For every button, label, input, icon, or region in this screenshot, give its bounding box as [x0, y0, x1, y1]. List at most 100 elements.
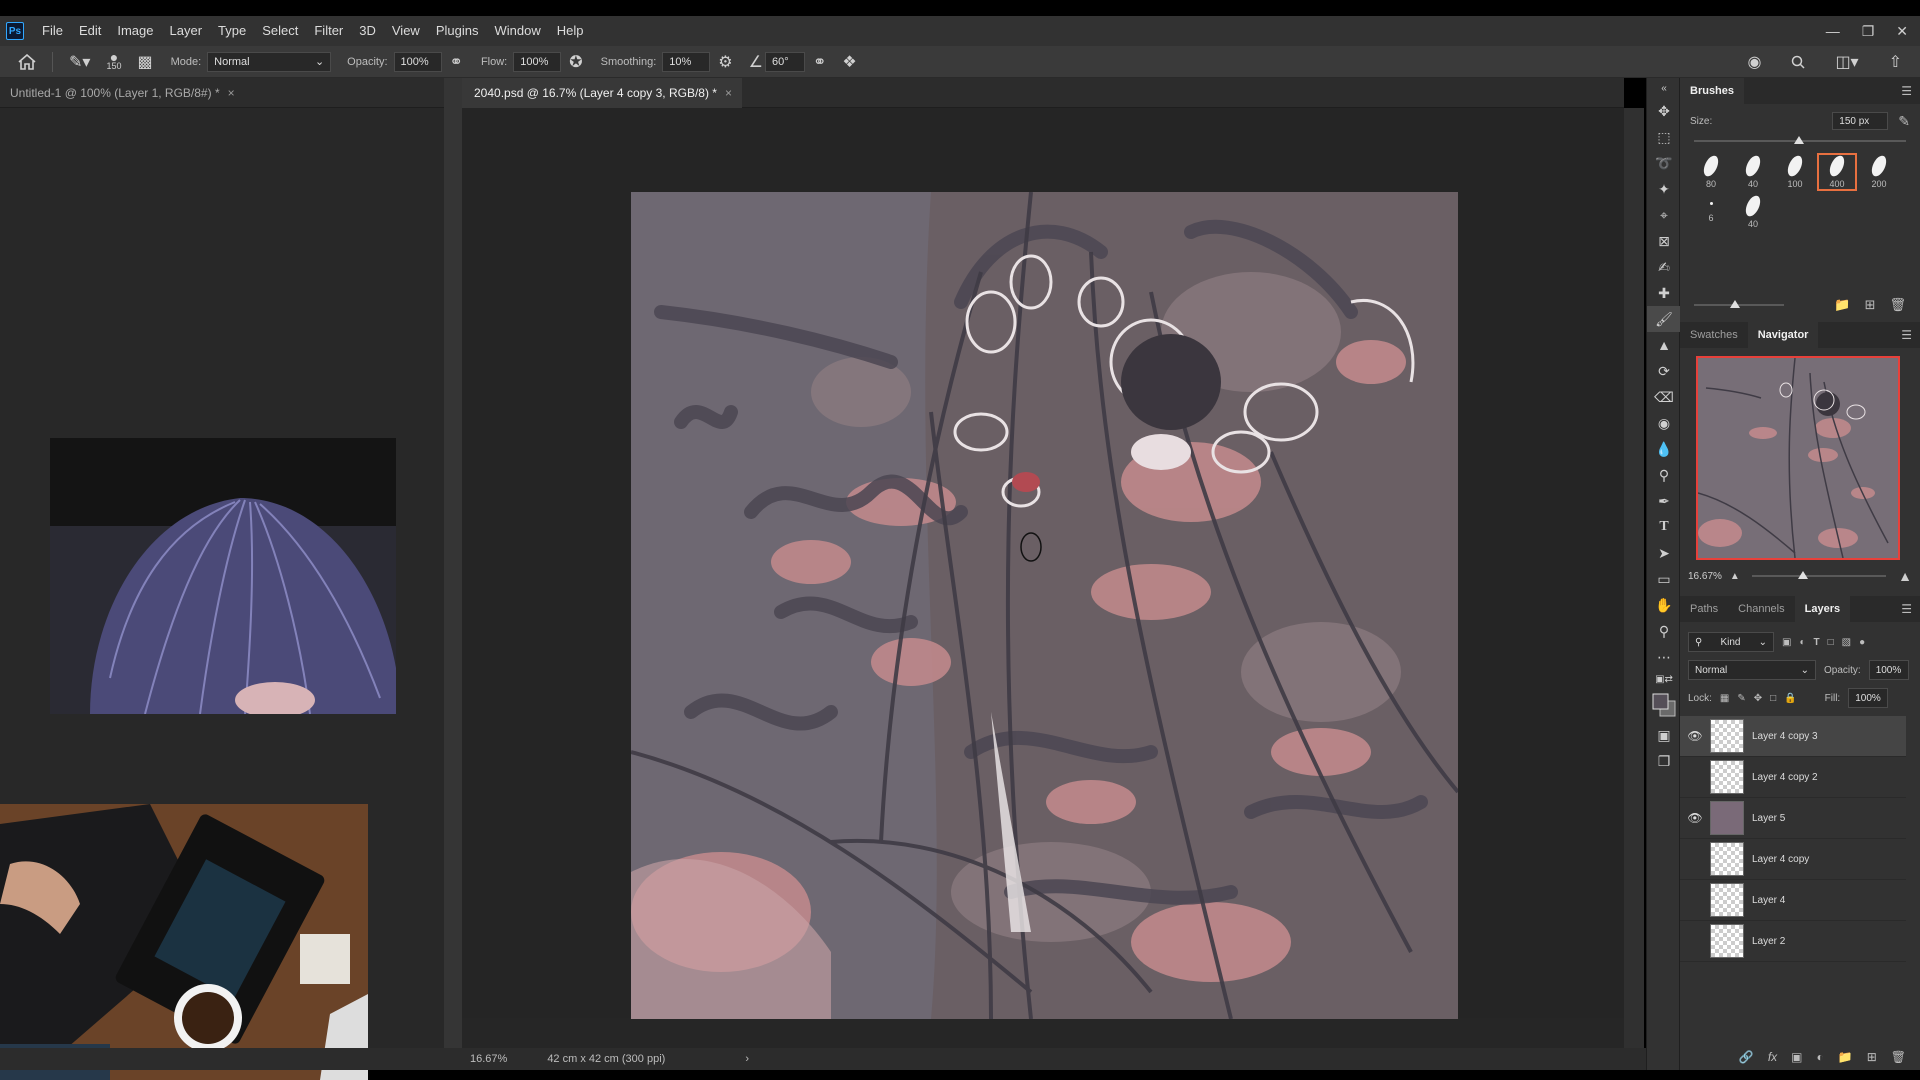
panel-menu-icon[interactable]: ☰ [1901, 84, 1912, 98]
restore-icon[interactable]: ❐ [1862, 23, 1875, 40]
link-layers-icon[interactable]: 🔗 [1739, 1050, 1754, 1064]
new-group-folder-icon[interactable]: 📁 [1838, 1050, 1853, 1064]
brush-preset[interactable]: 200 [1858, 152, 1900, 192]
panel-menu-icon[interactable]: ☰ [1901, 328, 1912, 342]
mode-select[interactable]: Normal ⌄ [207, 51, 332, 72]
lock-transparent-icon[interactable]: ▦ [1720, 693, 1729, 704]
menu-layer[interactable]: Layer [162, 16, 211, 46]
navigator-zoom-value[interactable]: 16.67% [1688, 571, 1722, 582]
pressure-size-icon[interactable]: ⚭ [813, 52, 826, 72]
menu-type[interactable]: Type [210, 16, 254, 46]
angle-input[interactable]: 60° [764, 51, 805, 72]
brush-preset-selected[interactable]: 400 [1816, 152, 1858, 192]
status-chevron-icon[interactable]: › [745, 1053, 749, 1065]
more-tools-icon[interactable]: ⋯ [1647, 644, 1681, 670]
layer-filter-kind-select[interactable]: ⚲ Kind ⌄ [1688, 632, 1774, 652]
clone-stamp-tool-icon[interactable]: ▲ [1647, 332, 1681, 358]
smoothing-input[interactable]: 10% [662, 51, 711, 72]
share-icon[interactable]: ⇧ [1889, 52, 1902, 72]
adjustment-layer-icon[interactable]: ◐ [1817, 1050, 1824, 1064]
eyedropper-tool-icon[interactable]: ✍ [1647, 254, 1681, 280]
screen-mode-icon[interactable]: ❐ [1647, 748, 1681, 774]
path-selection-tool-icon[interactable]: ➤ [1647, 540, 1681, 566]
lock-image-icon[interactable]: ✎ [1737, 693, 1745, 704]
crop-tool-icon[interactable]: ⌖ [1647, 202, 1681, 228]
filter-adjustment-icon[interactable]: ◐ [1799, 637, 1805, 648]
visibility-eye-icon[interactable]: 👁 [1686, 809, 1704, 827]
eraser-tool-icon[interactable]: ⌫ [1647, 384, 1681, 410]
close-tab-icon[interactable]: × [228, 86, 235, 100]
menu-3d[interactable]: 3D [351, 16, 384, 46]
left-document-scrollbar[interactable] [444, 78, 462, 1048]
artwork-canvas[interactable] [631, 192, 1458, 1019]
close-tab-icon[interactable]: × [725, 86, 732, 100]
healing-brush-tool-icon[interactable]: ✚ [1647, 280, 1681, 306]
filter-toggle-icon[interactable]: ● [1859, 637, 1865, 648]
lock-artboard-icon[interactable]: □ [1770, 693, 1776, 704]
blur-tool-icon[interactable]: 💧 [1647, 436, 1681, 462]
tab-untitled-1[interactable]: Untitled-1 @ 100% (Layer 1, RGB/8#) * × [0, 78, 245, 108]
zoom-in-icon[interactable]: ▲ [1898, 568, 1912, 584]
history-brush-tool-icon[interactable]: ⟳ [1647, 358, 1681, 384]
lasso-tool-icon[interactable]: ➰ [1647, 150, 1681, 176]
default-colors-icon[interactable]: ▣⇄ [1647, 670, 1681, 688]
canvas-area[interactable] [462, 108, 1624, 1019]
filter-type-icon[interactable]: T [1814, 637, 1820, 648]
hand-tool-icon[interactable]: ✋ [1647, 592, 1681, 618]
menu-filter[interactable]: Filter [306, 16, 351, 46]
layer-row[interactable]: 👁 Layer 5 [1680, 798, 1906, 839]
blend-mode-select[interactable]: Normal ⌄ [1688, 660, 1816, 680]
lock-position-icon[interactable]: ✥ [1754, 693, 1762, 704]
tab-navigator[interactable]: Navigator [1747, 322, 1819, 348]
brush-preset[interactable]: 40 [1732, 152, 1774, 192]
menu-plugins[interactable]: Plugins [428, 16, 487, 46]
slider-knob[interactable] [1797, 571, 1808, 579]
search-icon[interactable] [1791, 55, 1805, 69]
new-brush-icon[interactable]: ⊞ [1865, 297, 1876, 313]
menu-select[interactable]: Select [254, 16, 306, 46]
menu-view[interactable]: View [384, 16, 428, 46]
slider-knob[interactable] [1730, 300, 1740, 308]
brush-tool-preset-icon[interactable]: ✎▾ [69, 52, 90, 72]
menu-window[interactable]: Window [486, 16, 548, 46]
menu-image[interactable]: Image [109, 16, 161, 46]
airbrush-icon[interactable]: ✪ [569, 52, 582, 72]
home-icon[interactable] [18, 53, 36, 70]
type-tool-icon[interactable]: T [1647, 514, 1681, 540]
brush-size-input[interactable]: 150 px [1832, 112, 1889, 130]
symmetry-icon[interactable]: ❖ [842, 52, 856, 72]
slider-knob[interactable] [1794, 136, 1804, 144]
main-document-scrollbar[interactable] [1624, 108, 1644, 1048]
magic-wand-tool-icon[interactable]: ✦ [1647, 176, 1681, 202]
brush-tool-icon[interactable]: 🖌 [1647, 306, 1681, 332]
learn-icon[interactable]: ◉ [1747, 52, 1761, 72]
layer-style-fx-icon[interactable]: fx [1768, 1050, 1777, 1064]
brush-preset[interactable]: 6 [1690, 192, 1732, 232]
menu-file[interactable]: File [34, 16, 71, 46]
zoom-out-icon[interactable]: ▲ [1730, 571, 1740, 582]
menu-help[interactable]: Help [549, 16, 592, 46]
tab-2040-psd[interactable]: 2040.psd @ 16.7% (Layer 4 copy 3, RGB/8)… [462, 78, 742, 108]
move-tool-icon[interactable]: ✥ [1647, 98, 1681, 124]
layer-row[interactable]: Layer 2 [1680, 921, 1906, 962]
brush-settings-icon[interactable]: ✎ [1898, 113, 1910, 130]
flow-input[interactable]: 100% [513, 51, 562, 72]
menu-edit[interactable]: Edit [71, 16, 109, 46]
paint-bucket-tool-icon[interactable]: ◉ [1647, 410, 1681, 436]
pressure-opacity-icon[interactable]: ⚭ [450, 52, 463, 72]
marquee-tool-icon[interactable]: ⬚ [1647, 124, 1681, 150]
opacity-input[interactable]: 100% [393, 51, 442, 72]
workspace-icon[interactable]: ◫▾ [1835, 52, 1858, 72]
layer-opacity-input[interactable]: 100% [1868, 660, 1909, 680]
navigator-preview[interactable] [1696, 356, 1900, 560]
add-mask-icon[interactable]: ▣ [1791, 1050, 1802, 1064]
fill-input[interactable]: 100% [1848, 688, 1889, 708]
filter-shape-icon[interactable]: □ [1828, 637, 1834, 648]
visibility-toggle-empty[interactable] [1686, 932, 1704, 950]
zoom-tool-icon[interactable]: ⚲ [1647, 618, 1681, 644]
tab-channels[interactable]: Channels [1728, 596, 1794, 622]
visibility-toggle-empty[interactable] [1686, 850, 1704, 868]
zoom-readout[interactable]: 16.67% [470, 1053, 507, 1065]
delete-layer-icon[interactable]: 🗑 [1891, 1050, 1906, 1064]
brush-size-slider[interactable] [1694, 134, 1906, 148]
